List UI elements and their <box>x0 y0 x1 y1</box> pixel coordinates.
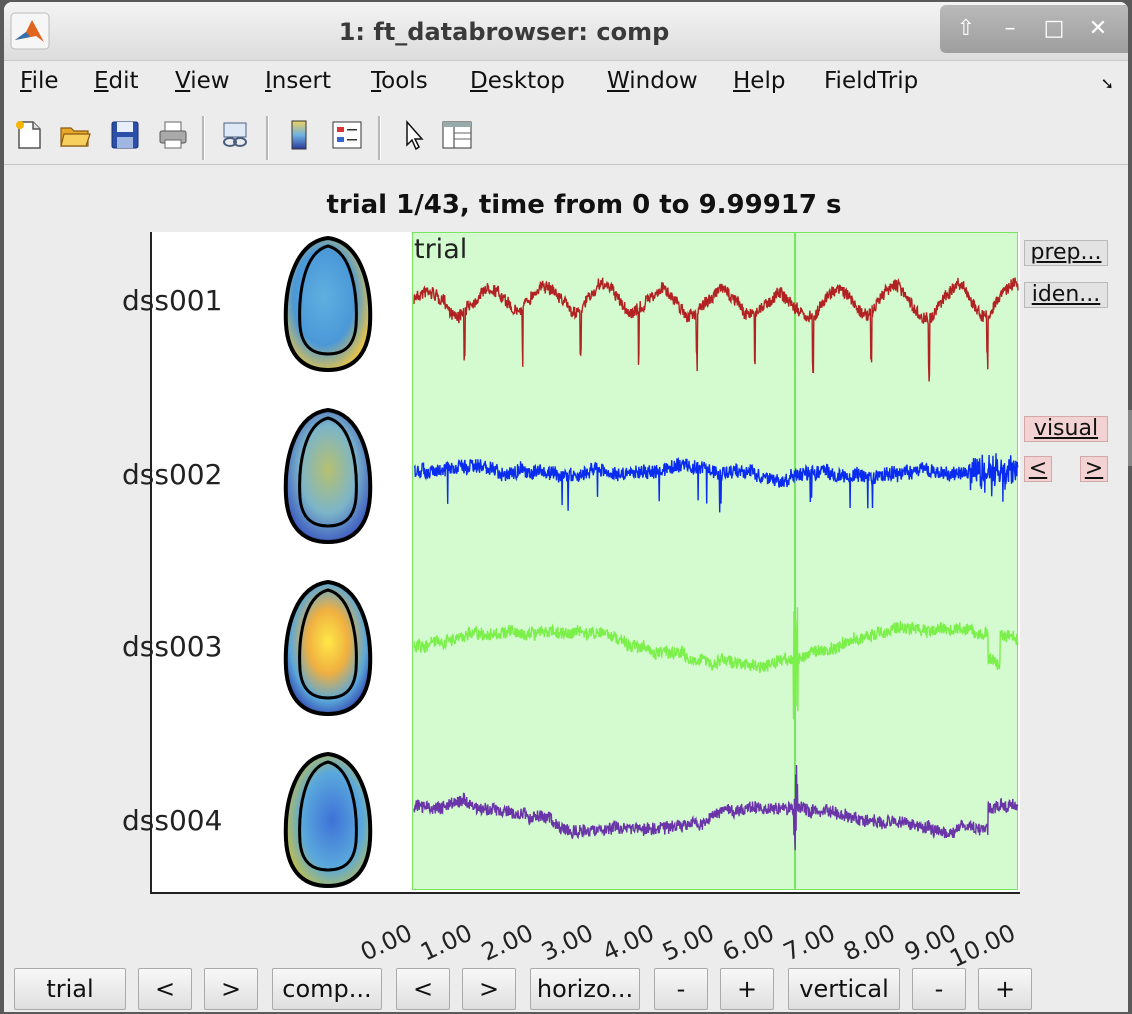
link-plot-icon[interactable] <box>218 118 252 152</box>
menu-fieldtrip[interactable]: FieldTrip <box>824 68 918 94</box>
toolbar-separator <box>202 116 205 160</box>
menu-bar: File Edit View Insert Tools Desktop Wind… <box>4 62 1128 104</box>
topography-map <box>283 407 373 545</box>
menu-file[interactable]: File <box>20 68 59 94</box>
trace-dss001 <box>413 277 1019 382</box>
figure-window: 1: ft_databrowser: comp ⇧ – □ ✕ File Edi… <box>4 2 1128 1012</box>
background-window-edge <box>1128 410 1132 466</box>
x-tick-label: 2.00 <box>476 918 538 967</box>
menu-desktop[interactable]: Desktop <box>470 68 565 94</box>
identify-button[interactable]: iden... <box>1024 282 1108 308</box>
x-tick-label: 7.00 <box>778 918 840 967</box>
pointer-icon[interactable] <box>396 118 430 152</box>
channel-label: dss001 <box>122 284 223 317</box>
menu-help[interactable]: Help <box>733 68 785 94</box>
close-icon[interactable]: ✕ <box>1076 5 1120 53</box>
vertical-button[interactable]: vertical <box>788 968 900 1010</box>
toolbar <box>4 106 1128 165</box>
x-tick-label: 8.00 <box>839 918 900 967</box>
x-tick-label: 6.00 <box>718 918 779 967</box>
horizontal-minus-button[interactable]: - <box>654 968 708 1010</box>
vertical-plus-button[interactable]: + <box>978 968 1032 1010</box>
x-tick-label: 0.00 <box>356 918 417 967</box>
trial-next-button[interactable]: > <box>204 968 258 1010</box>
trace-dss004 <box>413 764 1019 851</box>
legend-icon[interactable] <box>330 118 364 152</box>
menu-edit[interactable]: Edit <box>94 68 139 94</box>
channel-label: dss004 <box>122 804 223 837</box>
menu-insert[interactable]: Insert <box>265 68 331 94</box>
trace-dss002 <box>413 453 1019 513</box>
vertical-minus-button[interactable]: - <box>912 968 966 1010</box>
component-prev-button[interactable]: < <box>396 968 450 1010</box>
databrowser-axes[interactable]: trial dss001 dss002 dss003 dss004 <box>122 232 1020 894</box>
channel-label: dss002 <box>122 458 223 491</box>
channel-traces <box>413 277 1019 851</box>
prep-button[interactable]: prep... <box>1024 240 1108 266</box>
toolbar-separator <box>266 116 269 160</box>
trial-prev-button[interactable]: < <box>138 968 192 1010</box>
trace-dss003 <box>413 607 1019 720</box>
menu-window[interactable]: Window <box>607 68 698 94</box>
menu-view[interactable]: View <box>175 68 230 94</box>
x-tick-label: 1.00 <box>416 918 477 967</box>
channel-label: dss003 <box>122 630 223 663</box>
topography-map <box>283 751 373 889</box>
print-icon[interactable] <box>156 118 190 152</box>
component-next-button[interactable]: > <box>462 968 516 1010</box>
property-inspector-icon[interactable] <box>440 118 474 152</box>
figure-area: trial 1/43, time from 0 to 9.99917 s tri… <box>4 166 1128 1012</box>
maximize-icon[interactable]: □ <box>1032 5 1076 53</box>
next-component-button[interactable]: > <box>1080 456 1108 482</box>
new-file-icon[interactable] <box>12 118 46 152</box>
save-icon[interactable] <box>108 118 142 152</box>
x-tick-label: 3.00 <box>537 918 598 967</box>
horizontal-plus-button[interactable]: + <box>720 968 774 1010</box>
visual-button[interactable]: visual <box>1024 416 1108 442</box>
toolbar-separator <box>378 116 381 160</box>
topography-map <box>283 235 373 373</box>
menu-tools[interactable]: Tools <box>371 68 428 94</box>
trial-button[interactable]: trial <box>14 968 126 1010</box>
x-tick-label: 5.00 <box>658 918 719 967</box>
minimize-icon[interactable]: – <box>988 5 1032 53</box>
window-title: 1: ft_databrowser: comp <box>338 18 670 46</box>
open-folder-icon[interactable] <box>58 118 92 152</box>
colorbar-icon[interactable] <box>282 118 316 152</box>
window-controls: ⇧ – □ ✕ <box>940 5 1128 53</box>
x-tick-label: 10.00 <box>945 918 1020 974</box>
plot-title: trial 1/43, time from 0 to 9.99917 s <box>326 190 842 220</box>
topography-map <box>283 579 373 717</box>
x-tick-label: 4.00 <box>597 918 659 967</box>
arrow-down-right-icon[interactable]: ➘ <box>1101 74 1114 93</box>
horizontal-button[interactable]: horizo... <box>530 968 640 1010</box>
up-arrow-icon[interactable]: ⇧ <box>944 5 988 53</box>
component-button[interactable]: comp... <box>272 968 382 1010</box>
title-bar[interactable]: 1: ft_databrowser: comp ⇧ – □ ✕ <box>4 2 1128 61</box>
prev-component-button[interactable]: < <box>1024 456 1052 482</box>
